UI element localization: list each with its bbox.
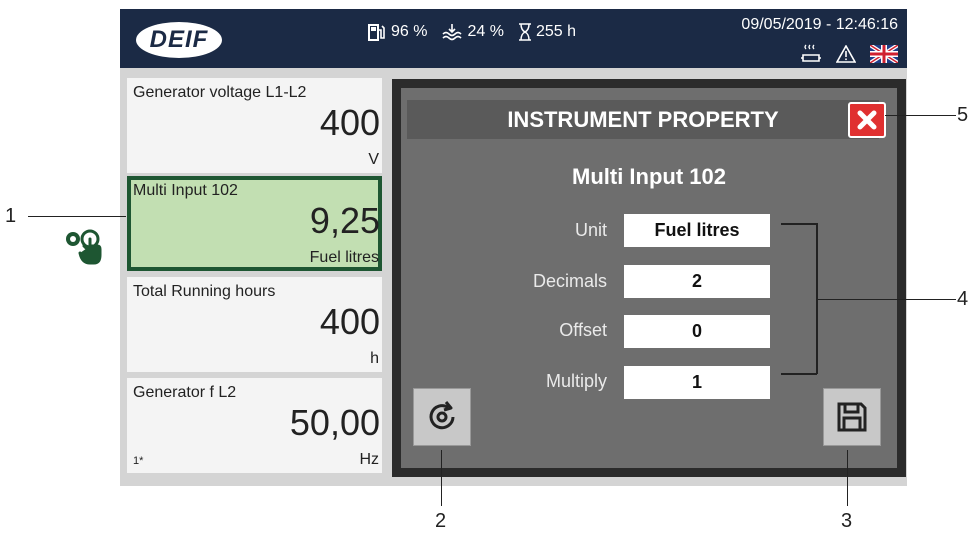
tile-title: Total Running hours [133,283,276,300]
callout-2: 2 [435,510,447,532]
tile-title: Multi Input 102 [133,182,238,199]
offset-field[interactable]: 0 [624,315,770,348]
tile-unit: h [370,350,379,367]
reset-icon [429,401,455,430]
coolant-level: 24 % [467,23,504,40]
controller-screen: DEIF 96 % 24 % 255 h 09/05/2019 - 12:46:… [120,9,907,486]
instrument-tile-running-hours[interactable]: Total Running hours 400 h [127,277,382,372]
tile-note: 1* [133,455,144,467]
date-time: 09/05/2019 - 12:46:16 [741,16,898,33]
tile-value: 9,25 [309,200,380,241]
multiply-field[interactable]: 1 [624,366,770,399]
callout-1: 1 [5,205,17,227]
heater-icon [800,43,822,70]
tile-unit: Hz [359,451,379,468]
running-time: 255 h [535,23,576,40]
status-icons [800,43,900,70]
callout-4: 4 [957,288,969,310]
callout-3: 3 [841,510,853,532]
tile-value: 400 [319,102,380,143]
coolant-icon [441,22,463,42]
uk-flag-icon[interactable] [868,43,900,68]
instrument-tile-frequency[interactable]: Generator f L2 50,00 Hz 1* [127,378,382,473]
callout-bracket-bottom [781,373,817,375]
callout-5: 5 [957,104,969,126]
deif-logo: DEIF [136,22,222,58]
instrument-tile-voltage[interactable]: Generator voltage L1-L2 400 V [127,78,382,173]
close-icon [857,110,877,130]
tile-value: 50,00 [289,402,380,443]
tile-title: Generator f L2 [133,384,237,401]
decimals-field[interactable]: 2 [624,265,770,298]
offset-label: Offset [559,320,607,340]
unit-field[interactable]: Fuel litres [624,214,770,247]
callout-bracket-top [781,223,817,225]
hourglass-icon [518,23,532,41]
fuel-pump-icon [367,22,387,42]
callout-line-2 [441,450,442,506]
reset-button[interactable] [413,388,471,446]
close-button[interactable] [848,102,886,138]
unit-label: Unit [574,220,607,240]
save-icon [837,402,867,432]
callout-line-3 [847,450,848,506]
top-status-bar: DEIF 96 % 24 % 255 h 09/05/2019 - 12:46:… [120,9,907,68]
instrument-tile-multi-input[interactable]: Multi Input 102 9,25 Fuel litres [127,176,382,271]
dialog-header: INSTRUMENT PROPERTY [407,100,879,139]
callout-line-1 [28,216,126,217]
decimals-label: Decimals [532,271,607,291]
warning-icon[interactable] [835,44,857,68]
save-button[interactable] [823,388,881,446]
tile-value: 400 [319,301,380,342]
status-readouts: 96 % 24 % 255 h [367,22,576,42]
touch-gesture-icon [66,229,102,265]
fuel-level: 96 % [391,23,428,40]
tile-unit: V [368,151,379,168]
callout-line-4 [816,299,956,300]
tile-unit: Fuel litres [309,249,379,266]
callout-line-5 [885,115,956,116]
instrument-property-dialog: INSTRUMENT PROPERTY Multi Input 102 Unit… [392,79,906,477]
tile-title: Generator voltage L1-L2 [133,84,307,101]
dialog-title: Multi Input 102 [572,164,726,189]
dialog-body: INSTRUMENT PROPERTY Multi Input 102 Unit… [401,88,897,468]
